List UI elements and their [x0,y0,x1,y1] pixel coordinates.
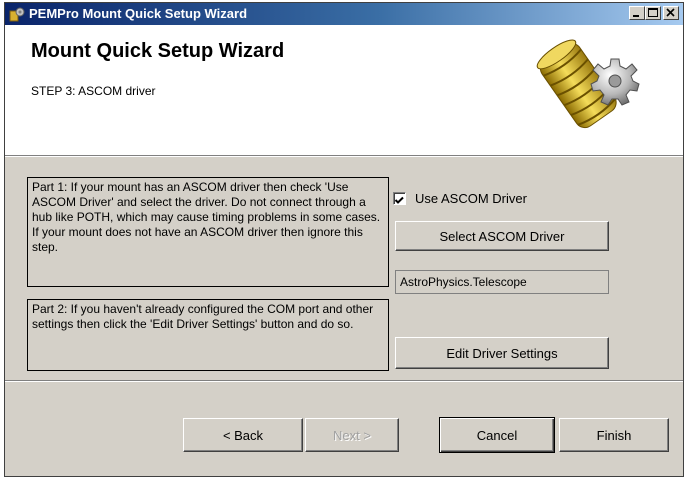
finish-button[interactable]: Finish [559,418,669,452]
minimize-button[interactable] [629,6,645,20]
step-subtitle: STEP 3: ASCOM driver [31,84,156,98]
header-separator [5,155,683,157]
next-button[interactable]: Next > [305,418,399,452]
close-button[interactable] [663,6,679,20]
part1-instructions: Part 1: If your mount has an ASCOM drive… [27,177,389,287]
title-bar[interactable]: PEMPro Mount Quick Setup Wizard [5,3,683,25]
wizard-title: Mount Quick Setup Wizard [31,40,285,62]
edit-driver-settings-button[interactable]: Edit Driver Settings [395,337,609,369]
close-icon [666,8,675,17]
maximize-icon [648,8,658,17]
wizard-window: PEMPro Mount Quick Setup Wizard Mount Qu… [4,2,684,477]
ascom-driver-field: AstroPhysics.Telescope [395,270,609,294]
select-ascom-driver-button[interactable]: Select ASCOM Driver [395,221,609,251]
cancel-button[interactable]: Cancel [439,417,555,453]
checkmark-icon [394,196,404,204]
part2-instructions: Part 2: If you haven't already configure… [27,299,389,371]
minimize-icon [633,15,639,17]
gears-icon [536,39,640,129]
back-button[interactable]: < Back [183,418,303,452]
part2-text: Part 2: If you haven't already configure… [32,302,374,331]
footer-separator [5,380,683,382]
maximize-button[interactable] [645,6,661,20]
window-title: PEMPro Mount Quick Setup Wizard [29,6,248,21]
app-icon [9,6,25,22]
use-ascom-checkbox[interactable] [393,192,406,205]
part1-text: Part 1: If your mount has an ASCOM drive… [32,180,381,254]
use-ascom-label: Use ASCOM Driver [415,191,527,206]
